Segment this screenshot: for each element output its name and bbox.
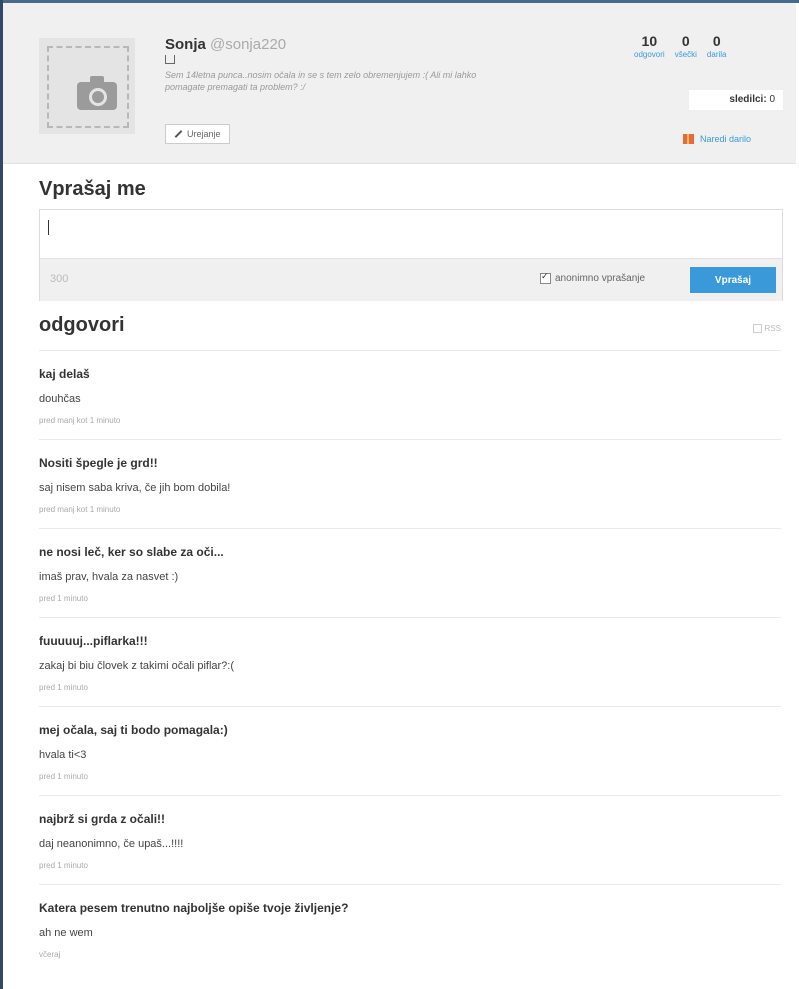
avatar-placeholder-frame (47, 46, 129, 128)
stat-value: 0 (681, 33, 690, 49)
answer-question[interactable]: mej očala, saj ti bodo pomagala:) (39, 723, 228, 737)
ask-button[interactable]: Vprašaj (690, 267, 776, 293)
answer-time[interactable]: pred 1 minuto (39, 594, 88, 603)
stat-label: darila (706, 50, 727, 59)
ask-box: 300 anonimno vprašanje Vprašaj (39, 209, 783, 301)
profile-stats: 10 odgovori 0 všečki 0 darila (629, 33, 732, 59)
stat-label: odgovori (634, 50, 665, 59)
followers-counter[interactable]: sledilci: 0 (689, 90, 783, 110)
answer-time[interactable]: pred 1 minuto (39, 861, 88, 870)
rss-link[interactable]: RSS (752, 324, 781, 333)
make-gift-link[interactable]: Naredi darilo (683, 134, 751, 144)
profile-handle: @sonja220 (210, 36, 287, 53)
pencil-icon (174, 130, 183, 138)
answer-item: mej očala, saj ti bodo pomagala:) hvala … (39, 706, 781, 795)
answer-question[interactable]: ne nosi leč, ker so slabe za oči... (39, 545, 224, 559)
answer-text: imaš prav, hvala za nasvet :) (39, 571, 179, 583)
answer-text: ah ne wem (39, 927, 93, 939)
answer-time[interactable]: pred manj kot 1 minuto (39, 416, 120, 425)
char-counter: 300 (50, 273, 69, 285)
edit-profile-button[interactable]: Urejanje (165, 124, 230, 144)
answers-title: odgovori (39, 314, 125, 336)
stat-likes[interactable]: 0 všečki (670, 33, 702, 59)
answer-question[interactable]: fuuuuuj...piflarka!!! (39, 634, 148, 648)
edit-profile-label: Urejanje (187, 129, 221, 139)
answer-text: hvala ti<3 (39, 749, 87, 761)
answer-time[interactable]: pred manj kot 1 minuto (39, 505, 120, 514)
answer-item: ne nosi leč, ker so slabe za oči... imaš… (39, 528, 781, 617)
answers-header: odgovori RSS (39, 314, 781, 337)
make-gift-label: Naredi darilo (700, 134, 752, 144)
answer-item: Katera pesem trenutno najboljše opiše tv… (39, 884, 781, 973)
answer-time[interactable]: včeraj (39, 950, 60, 959)
ask-title: Vprašaj me (39, 178, 146, 200)
answer-text: douhčas (39, 393, 81, 405)
answer-time[interactable]: pred 1 minuto (39, 683, 88, 692)
anonymous-label: anonimno vprašanje (555, 273, 646, 284)
answer-item: najbrž si grda z očali!! daj neanonimno,… (39, 795, 781, 884)
profile-name: Sonja (165, 36, 206, 53)
answer-item: fuuuuuj...piflarka!!! zakaj bi biu člove… (39, 617, 781, 706)
answer-item: Nositi špegle je grd!! saj nisem saba kr… (39, 439, 781, 528)
ask-footer: 300 anonimno vprašanje Vprašaj (40, 258, 782, 301)
rss-icon (752, 324, 762, 333)
text-cursor (48, 220, 49, 235)
answer-question[interactable]: Nositi špegle je grd!! (39, 456, 158, 470)
avatar[interactable] (39, 38, 135, 134)
profile-header: Sonja @sonja220 Sem 14letna punca..nosim… (3, 3, 796, 164)
answer-time[interactable]: pred 1 minuto (39, 772, 88, 781)
stat-answers[interactable]: 10 odgovori (629, 33, 670, 59)
stat-value: 10 (641, 33, 658, 49)
answer-question[interactable]: najbrž si grda z očali!! (39, 812, 165, 826)
answer-text: zakaj bi biu človek z takimi očali pifla… (39, 660, 235, 672)
stat-label: všečki (674, 50, 697, 59)
answer-list: kaj delaš douhčas pred manj kot 1 minuto… (39, 350, 781, 973)
profile-bio: Sem 14letna punca..nosim očala in se s t… (165, 70, 477, 92)
page: Sonja @sonja220 Sem 14letna punca..nosim… (3, 3, 796, 989)
camera-icon (77, 76, 117, 110)
answer-text: saj nisem saba kriva, če jih bom dobila! (39, 482, 231, 494)
stat-value: 0 (712, 33, 721, 49)
gift-icon (683, 134, 694, 144)
followers-count: 0 (769, 94, 775, 105)
answer-question[interactable]: kaj delaš (39, 367, 90, 381)
answer-question[interactable]: Katera pesem trenutno najboljše opiše tv… (39, 901, 348, 915)
answer-text: daj neanonimno, če upaš...!!!! (39, 838, 184, 850)
profile-name-line: Sonja @sonja220 (165, 36, 286, 53)
followers-label: sledilci: (729, 94, 767, 105)
anonymous-toggle[interactable]: anonimno vprašanje (540, 271, 646, 284)
rss-label: RSS (764, 324, 781, 333)
anonymous-checkbox[interactable] (540, 271, 551, 284)
flag-icon (165, 55, 175, 64)
question-input[interactable] (40, 210, 782, 258)
stat-gifts[interactable]: 0 darila (702, 33, 732, 59)
answer-item: kaj delaš douhčas pred manj kot 1 minuto (39, 350, 781, 439)
